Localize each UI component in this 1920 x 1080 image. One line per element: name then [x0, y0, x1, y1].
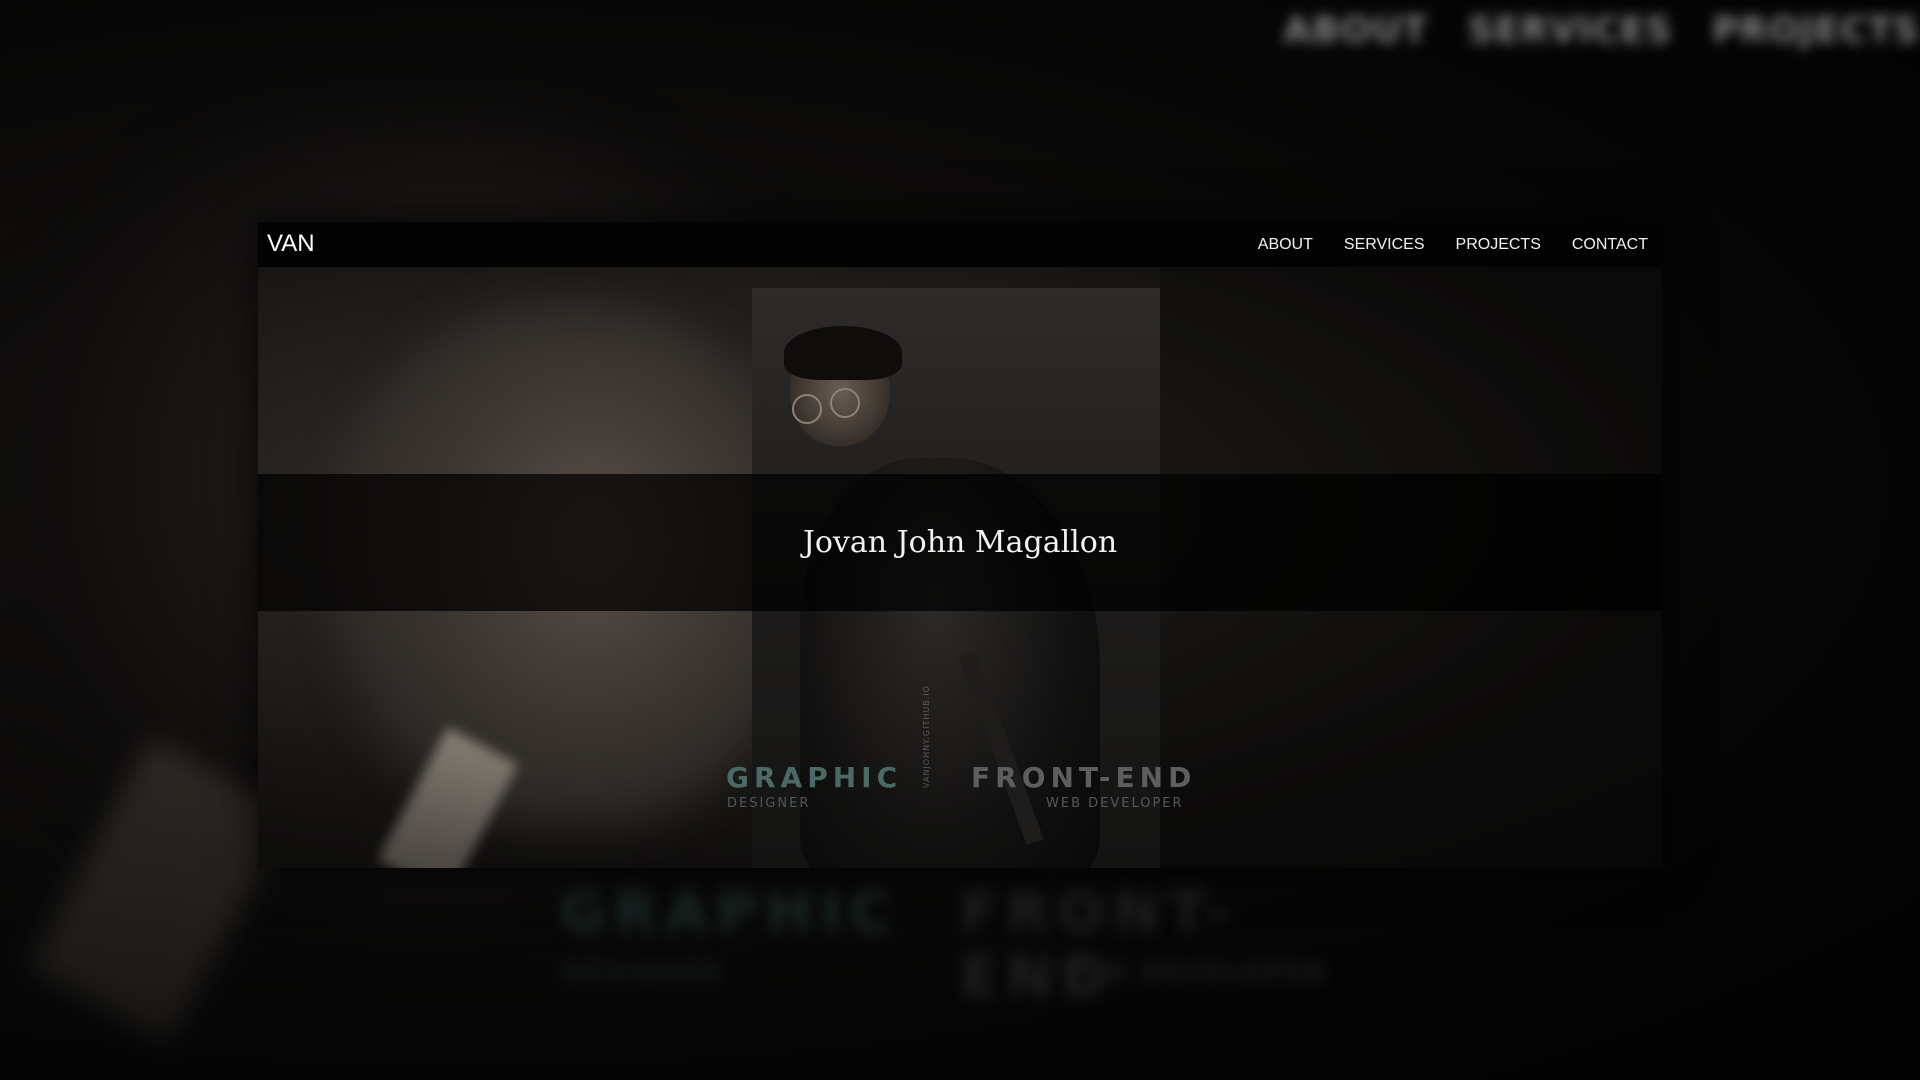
- graphic-title: GRAPHIC: [726, 761, 903, 794]
- nav-projects[interactable]: PROJECTS: [1456, 236, 1541, 254]
- name-band: Jovan John Magallon: [258, 474, 1662, 611]
- graphic-subtitle: DESIGNER: [727, 796, 811, 811]
- nav-about[interactable]: ABOUT: [1258, 236, 1313, 254]
- photo-glasses-right: [830, 388, 860, 418]
- nav-links: ABOUT SERVICES PROJECTS CONTACT: [1258, 222, 1648, 267]
- nav-services[interactable]: SERVICES: [1344, 236, 1425, 254]
- frontend-subtitle: WEB DEVELOPER: [1046, 796, 1184, 811]
- photo-hair: [784, 326, 902, 380]
- photo-glasses-left: [792, 394, 822, 424]
- site-window: VANJOHNY.GITHUB.IO Jovan John Magallon G…: [258, 222, 1662, 868]
- photo-vertical-text: VANJOHNY.GITHUB.IO: [922, 685, 931, 788]
- hero-name: Jovan John Magallon: [802, 525, 1118, 560]
- frontend-title: FRONT-END: [971, 761, 1197, 794]
- logo[interactable]: VAN: [267, 226, 315, 262]
- navbar: VAN ABOUT SERVICES PROJECTS CONTACT: [258, 222, 1662, 267]
- nav-contact[interactable]: CONTACT: [1572, 236, 1648, 254]
